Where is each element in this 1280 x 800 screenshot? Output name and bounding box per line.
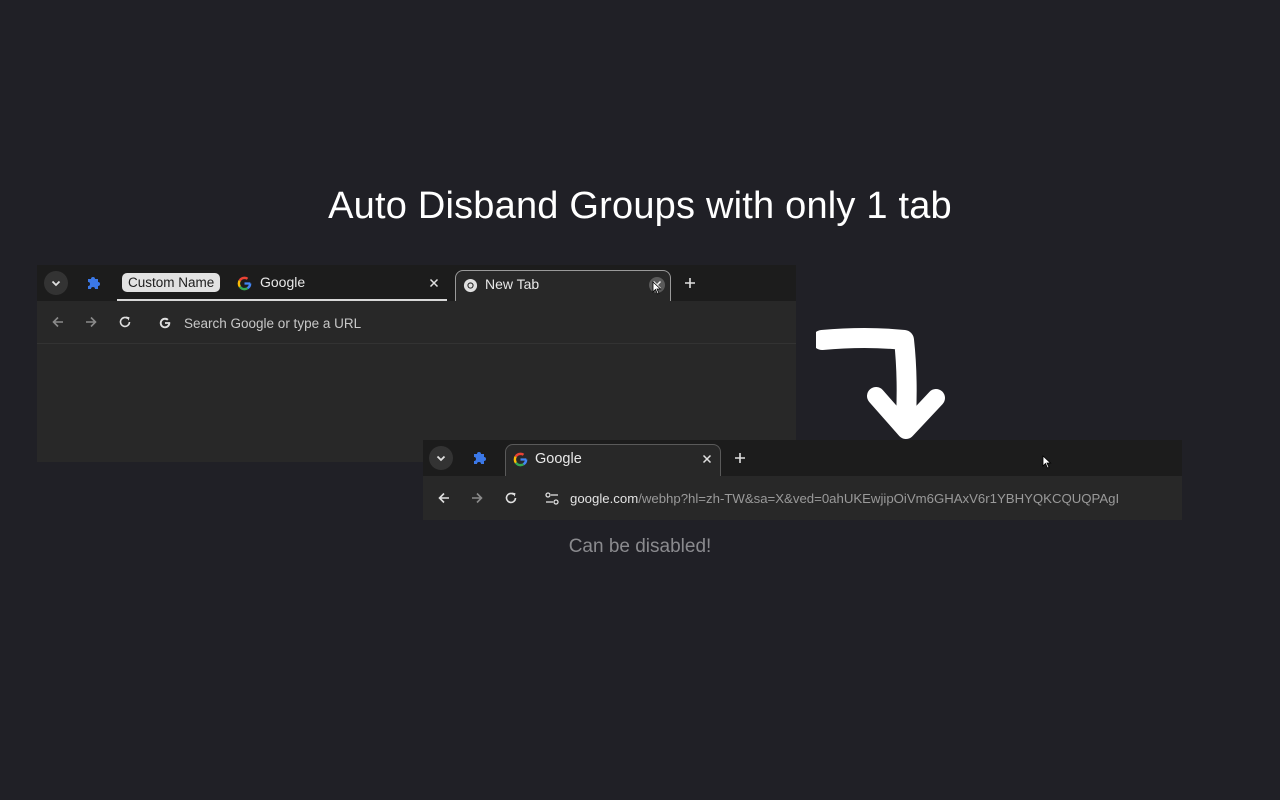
url-path: /webhp?hl=zh-TW&sa=X&ved=0ahUKEwjipOiVm6… xyxy=(638,491,1120,506)
chevron-down-icon xyxy=(436,455,446,462)
tab-close-button[interactable] xyxy=(426,275,442,291)
browser-window-after: Google google.com/webhp?hl=zh-TW&sa=X&ve… xyxy=(423,440,1182,520)
transition-arrow-icon xyxy=(816,328,945,439)
tab-google[interactable]: Google xyxy=(505,444,721,476)
tab-title: Google xyxy=(260,274,306,290)
google-g-icon xyxy=(513,452,528,467)
mouse-cursor-icon xyxy=(1042,455,1052,469)
tab-strip: Custom Name Google New Tab xyxy=(37,265,796,301)
tab-group-label[interactable]: Custom Name xyxy=(122,273,221,292)
extension-puzzle-icon[interactable] xyxy=(471,450,487,466)
arrow-right-icon xyxy=(86,316,97,328)
chrome-icon xyxy=(463,278,478,293)
url-host: google.com xyxy=(570,491,639,506)
chevron-down-icon xyxy=(51,280,61,287)
back-button[interactable] xyxy=(434,488,454,508)
toolbar: Search Google or type a URL xyxy=(37,301,796,344)
back-button[interactable] xyxy=(48,312,68,332)
close-icon xyxy=(429,278,439,288)
page-heading: Auto Disband Groups with only 1 tab xyxy=(328,185,952,227)
arrow-left-icon xyxy=(438,492,449,504)
arrow-right-icon xyxy=(472,492,483,504)
tab-strip: Google xyxy=(423,440,1182,476)
plus-icon xyxy=(735,453,745,463)
tab-close-button[interactable] xyxy=(699,451,715,467)
extension-puzzle-icon[interactable] xyxy=(85,275,101,291)
omnibox-input[interactable]: Search Google or type a URL xyxy=(184,316,361,331)
reload-button[interactable] xyxy=(501,488,521,508)
tab-search-button[interactable] xyxy=(429,446,453,470)
reload-button[interactable] xyxy=(115,312,135,332)
caption-text: Can be disabled! xyxy=(568,536,712,557)
arrow-left-icon xyxy=(52,316,63,328)
tab-title: New Tab xyxy=(485,276,540,292)
close-icon xyxy=(702,454,712,464)
new-tab-button[interactable] xyxy=(682,275,698,291)
google-g-icon xyxy=(237,276,252,291)
browser-window-before: Custom Name Google New Tab Search Google… xyxy=(37,265,796,462)
tab-search-button[interactable] xyxy=(44,271,68,295)
mouse-cursor-icon xyxy=(652,281,662,295)
reload-icon xyxy=(119,316,131,328)
forward-button[interactable] xyxy=(467,488,487,508)
site-settings-icon[interactable] xyxy=(545,492,559,505)
tab-new-tab[interactable]: New Tab xyxy=(455,270,671,301)
toolbar: google.com/webhp?hl=zh-TW&sa=X&ved=0ahUK… xyxy=(423,476,1182,520)
forward-button[interactable] xyxy=(81,312,101,332)
reload-icon xyxy=(505,492,517,504)
google-g-icon xyxy=(159,317,171,329)
address-bar[interactable]: google.com/webhp?hl=zh-TW&sa=X&ved=0ahUK… xyxy=(570,491,1119,506)
tab-title: Google xyxy=(535,451,582,467)
new-tab-button[interactable] xyxy=(732,450,748,466)
plus-icon xyxy=(685,278,695,288)
tab-google[interactable]: Google xyxy=(237,265,447,301)
